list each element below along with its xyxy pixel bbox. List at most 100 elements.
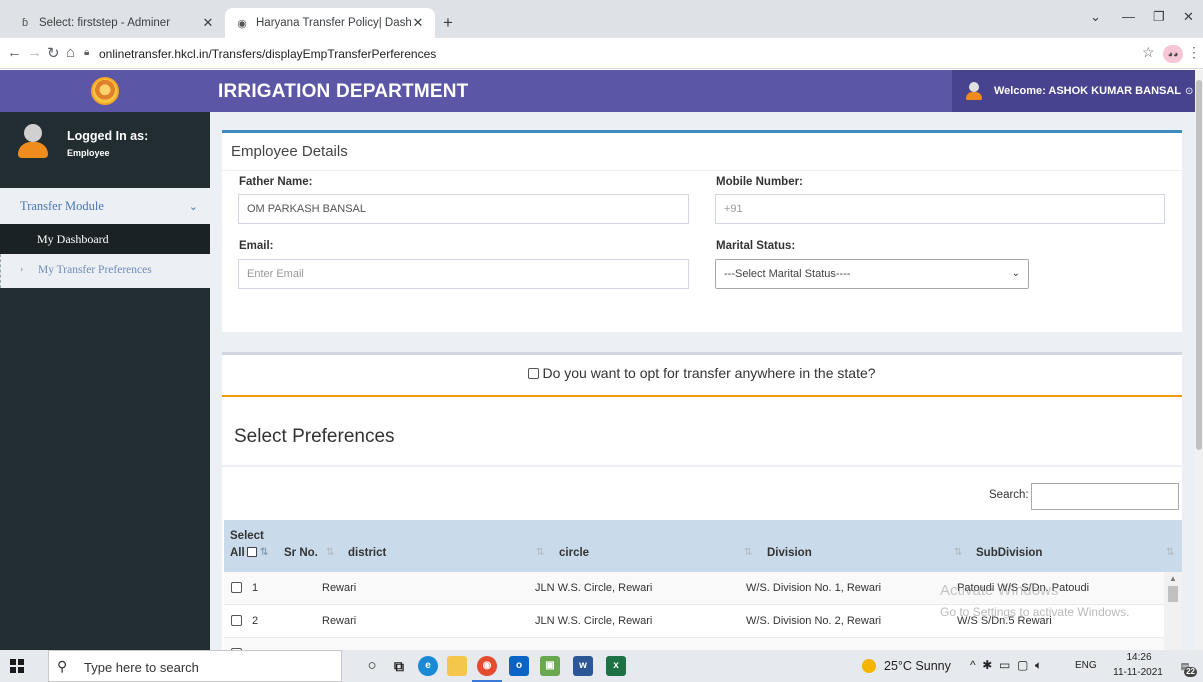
tray-time[interactable]: 14:26 <box>1121 652 1157 663</box>
divider <box>222 465 1182 467</box>
tray-date[interactable]: 11-11-2021 <box>1108 667 1168 678</box>
sort-icon[interactable]: ⇅ <box>260 547 268 558</box>
column-header-division[interactable]: Division <box>767 547 812 559</box>
column-header-all: All <box>230 547 257 559</box>
tray-icons[interactable]: ^ ✱ ▭ ▢ 🔈︎ <box>970 658 1042 673</box>
sort-icon[interactable]: ⇅ <box>954 547 962 558</box>
close-window-icon[interactable]: ✕ <box>1183 9 1194 25</box>
windows-taskbar: ⚲ Type here to search ○ ⧉ e ◉ o ▣ w x 25… <box>0 650 1203 682</box>
chrome-icon[interactable]: ◉ <box>477 656 497 676</box>
box-title: Employee Details <box>231 143 348 160</box>
sidebar-item-label: My Transfer Preferences <box>38 264 152 276</box>
cell-division: W/S. Division No. 1, Rewari <box>746 582 882 594</box>
bookmark-star-icon[interactable]: ☆ <box>1142 44 1155 61</box>
task-view-icon[interactable]: ⧉ <box>389 656 409 676</box>
sort-icon[interactable]: ⇅ <box>536 547 544 558</box>
address-bar: ← → ↻ ⌂ 🔒︎ onlinetransfer.hkcl.in/Transf… <box>0 38 1203 69</box>
column-header-sr-no[interactable]: Sr No. <box>284 547 318 559</box>
word-icon[interactable]: w <box>573 656 593 676</box>
employee-details-box: Employee Details Father Name: OM PARKASH… <box>222 130 1182 332</box>
select-preferences-title: Select Preferences <box>234 426 395 447</box>
sidebar-item-transfer-preferences[interactable]: › My Transfer Preferences <box>0 254 210 288</box>
marital-status-label: Marital Status: <box>716 240 796 252</box>
close-icon[interactable]: ✕ <box>411 15 425 31</box>
sidebar-item-dashboard[interactable]: My Dashboard <box>0 224 210 254</box>
image-app-icon[interactable]: ▣ <box>540 656 560 676</box>
table-scrollbar[interactable]: ▲ <box>1164 572 1182 650</box>
cell-division: W/S. Division No. 2, Rewari <box>746 615 882 627</box>
cortana-icon[interactable]: ○ <box>362 656 382 676</box>
tray-language[interactable]: ENG <box>1075 660 1097 671</box>
sort-icon[interactable]: ⇅ <box>326 547 334 558</box>
page-scrollbar[interactable] <box>1195 70 1203 650</box>
browser-tab-adminer[interactable]: ɓ Select: firststep - Adminer ✕ <box>8 8 225 38</box>
marital-status-selected: ---Select Marital Status---- <box>724 268 851 280</box>
divider <box>222 170 1182 171</box>
marital-status-select[interactable]: ---Select Marital Status---- ⌄ <box>715 259 1029 289</box>
user-menu[interactable]: Welcome: ASHOK KUMAR BANSAL ⊙ <box>952 70 1195 112</box>
home-icon[interactable]: ⌂ <box>66 44 75 61</box>
logged-in-role: Employee <box>67 148 110 158</box>
forward-icon[interactable]: → <box>27 44 42 61</box>
mobile-number-input[interactable]: +91 <box>715 194 1165 224</box>
row-checkbox[interactable] <box>231 582 242 593</box>
logged-in-label: Logged In as: <box>67 129 149 143</box>
browser-tab-bar: ɓ Select: firststep - Adminer ✕ ◉ Haryan… <box>0 0 1203 38</box>
module-label: Transfer Module <box>20 198 104 213</box>
cell-sr-no: 1 <box>252 582 259 594</box>
column-header-circle[interactable]: circle <box>559 547 589 559</box>
windows-start-icon[interactable] <box>10 659 24 673</box>
lock-icon[interactable]: 🔒︎ <box>84 47 89 58</box>
father-name-input[interactable]: OM PARKASH BANSAL <box>238 194 689 224</box>
cell-circle: JLN W.S. Circle, Rewari <box>535 615 653 627</box>
scroll-up-icon[interactable]: ▲ <box>1169 574 1177 583</box>
taskbar-search[interactable]: ⚲ Type here to search <box>48 650 342 682</box>
search-input[interactable] <box>1031 483 1179 510</box>
tab-search-icon[interactable]: ⌄ <box>1090 9 1101 25</box>
sort-icon[interactable]: ⇅ <box>744 547 752 558</box>
scrollbar-thumb[interactable] <box>1196 80 1202 450</box>
chevron-right-icon: › <box>20 264 24 275</box>
close-icon[interactable]: ✕ <box>201 15 215 31</box>
sun-icon[interactable] <box>862 659 876 673</box>
menu-kebab-icon[interactable]: ⋮ <box>1187 44 1201 61</box>
browser-tab-dashboard[interactable]: ◉ Haryana Transfer Policy| Dashboa ✕ <box>225 8 435 38</box>
minimize-icon[interactable]: — <box>1122 9 1135 24</box>
new-tab-button[interactable]: + <box>443 13 453 33</box>
activate-windows-hint: Go to Settings to activate Windows. <box>940 605 1130 619</box>
select-all-checkbox[interactable] <box>246 547 257 557</box>
sort-icon[interactable]: ⇅ <box>1166 547 1174 558</box>
profile-avatar-icon[interactable]: ◕◕ <box>1163 45 1183 63</box>
column-header-select: Select <box>230 530 264 542</box>
sidebar-module-transfer[interactable]: Transfer Module ⌄ <box>0 188 210 224</box>
reload-icon[interactable]: ↻ <box>47 44 60 62</box>
row-checkbox[interactable] <box>231 615 242 626</box>
outlook-icon[interactable]: o <box>509 656 529 676</box>
haryana-emblem-logo[interactable] <box>91 77 119 105</box>
chevron-down-icon: ⌄ <box>188 200 198 213</box>
user-avatar-icon <box>966 82 982 100</box>
excel-icon[interactable]: x <box>606 656 626 676</box>
logo-area <box>0 70 210 112</box>
back-icon[interactable]: ← <box>7 44 22 61</box>
email-input[interactable]: Enter Email <box>238 259 689 289</box>
cell-sr-no: 2 <box>252 615 259 627</box>
tab-title: Haryana Transfer Policy| Dashboa <box>256 17 411 29</box>
url-field[interactable]: onlinetransfer.hkcl.in/Transfers/display… <box>99 47 436 61</box>
scrollbar-thumb[interactable] <box>1168 586 1178 602</box>
app-header: IRRIGATION DEPARTMENT Welcome: ASHOK KUM… <box>0 70 1195 112</box>
tray-weather[interactable]: 25°C Sunny <box>884 659 951 673</box>
chevron-down-circle-icon: ⊙ <box>1185 85 1194 97</box>
opt-anywhere-checkbox[interactable] <box>528 368 540 379</box>
column-header-subdivision[interactable]: SubDivision <box>976 547 1042 559</box>
notification-icon[interactable]: ▤ 22 <box>1175 656 1197 677</box>
restore-icon[interactable]: ❐ <box>1153 9 1165 25</box>
tab-title: Select: firststep - Adminer <box>39 17 171 29</box>
avatar <box>18 124 48 158</box>
all-label: All <box>230 547 245 559</box>
cell-circle: JLN W.S. Circle, Rewari <box>535 582 653 594</box>
column-header-district[interactable]: district <box>348 547 386 559</box>
edge-icon[interactable]: e <box>418 656 438 676</box>
file-explorer-icon[interactable] <box>447 656 467 676</box>
taskbar-search-placeholder: Type here to search <box>84 660 199 675</box>
